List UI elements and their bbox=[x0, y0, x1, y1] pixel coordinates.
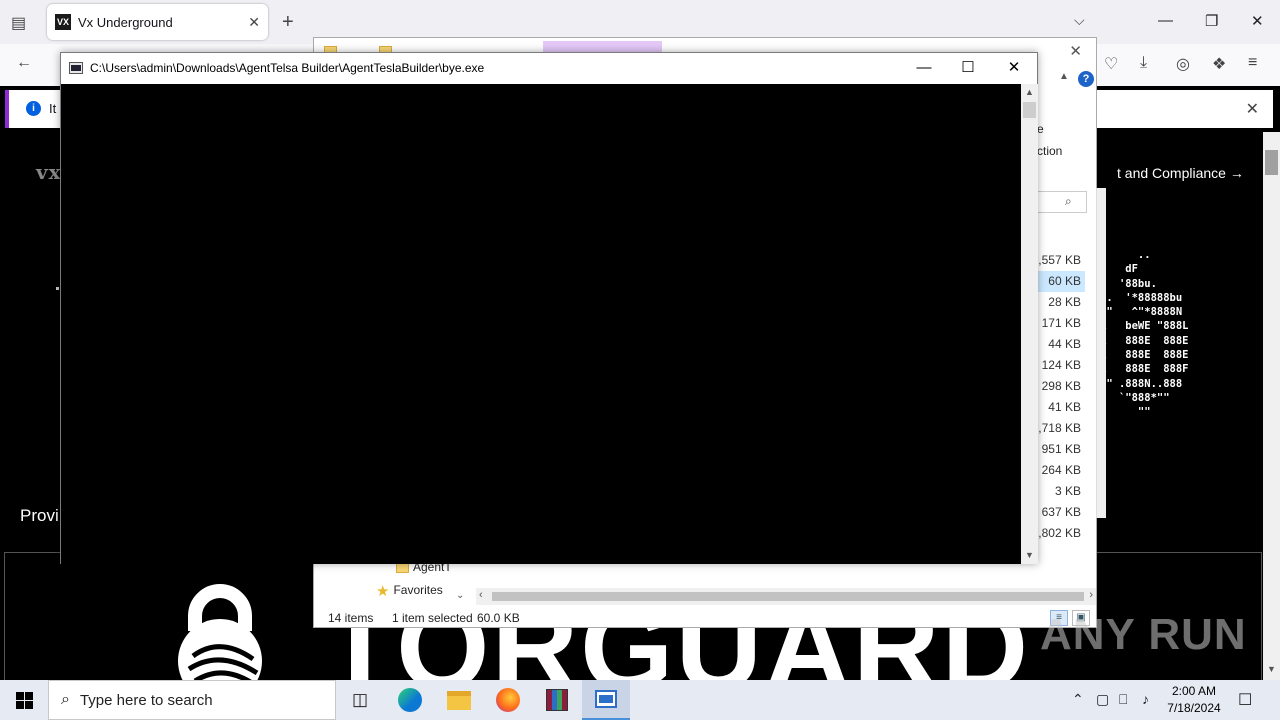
network-icon[interactable]: ⎕ bbox=[1119, 691, 1127, 708]
extensions-icon[interactable]: ❖ bbox=[1212, 54, 1226, 74]
search-icon: ⌕ bbox=[61, 691, 70, 708]
explorer-status-bar: 14 items 1 item selected 60.0 KB ≡ ▣ bbox=[314, 608, 1096, 629]
console-close-icon[interactable]: ✕ bbox=[998, 57, 1030, 79]
status-selected: 1 item selected bbox=[392, 611, 473, 625]
edge-icon bbox=[398, 688, 422, 712]
browser-close-icon[interactable]: ✕ bbox=[1251, 12, 1264, 30]
account-icon[interactable]: ◎ bbox=[1176, 54, 1190, 74]
help-icon[interactable]: ? bbox=[1078, 71, 1094, 87]
clock-time: 2:00 AM bbox=[1171, 684, 1217, 698]
notification-center-icon[interactable]: ☐ bbox=[1238, 690, 1252, 710]
info-icon: i bbox=[26, 101, 41, 116]
hscroll-thumb[interactable] bbox=[492, 592, 1084, 601]
console-maximize-icon[interactable]: ☐ bbox=[952, 57, 984, 79]
taskbar-search-box[interactable]: ⌕ Type here to search bbox=[48, 680, 336, 720]
tab-vx-underground[interactable]: VX Vx Underground ✕ bbox=[47, 4, 268, 40]
menu-hamburger-icon[interactable]: ≡ bbox=[1248, 54, 1257, 72]
back-arrow-icon[interactable]: ← bbox=[16, 54, 32, 72]
nav-pane-favorites[interactable]: ★ Favorites bbox=[376, 582, 443, 600]
site-logo[interactable]: vx bbox=[36, 160, 62, 184]
browser-minimize-icon[interactable]: — bbox=[1158, 12, 1173, 29]
start-button[interactable] bbox=[0, 680, 48, 720]
taskbar-console[interactable] bbox=[582, 680, 630, 720]
console-icon bbox=[595, 690, 617, 708]
task-view-button[interactable]: ◫ bbox=[336, 680, 384, 720]
new-tab-icon[interactable]: + bbox=[282, 11, 294, 34]
console-scroll-up-icon[interactable]: ▲ bbox=[1025, 87, 1034, 97]
list-all-tabs-chevron-icon[interactable]: ⌵ bbox=[1074, 12, 1085, 29]
explorer-vertical-scrollbar[interactable] bbox=[1096, 188, 1106, 518]
page-bullet bbox=[56, 287, 59, 290]
tab-title: Vx Underground bbox=[78, 14, 173, 30]
console-window[interactable]: C:\Users\admin\Downloads\AgentTelsa Buil… bbox=[60, 52, 1038, 564]
console-scroll-thumb[interactable] bbox=[1023, 102, 1036, 118]
console-scroll-down-icon[interactable]: ▼ bbox=[1025, 550, 1034, 560]
page-scroll-thumb[interactable] bbox=[1265, 150, 1278, 175]
console-titlebar[interactable]: C:\Users\admin\Downloads\AgentTelsa Buil… bbox=[61, 53, 1037, 83]
firefox-icon bbox=[496, 688, 520, 712]
folder-icon bbox=[396, 562, 409, 573]
notification-close-icon[interactable]: ✕ bbox=[1246, 99, 1259, 119]
scroll-left-icon[interactable]: ‹ bbox=[479, 589, 483, 601]
page-scroll-down-icon[interactable]: ▼ bbox=[1267, 664, 1276, 674]
console-app-icon bbox=[69, 62, 83, 74]
console-output-area[interactable] bbox=[61, 84, 1021, 564]
padlock-icon bbox=[178, 584, 262, 680]
status-item-count: 14 items bbox=[328, 611, 374, 625]
download-icon[interactable]: ⤓ bbox=[1140, 54, 1147, 72]
winrar-icon bbox=[546, 689, 568, 711]
taskbar-file-explorer[interactable] bbox=[435, 680, 483, 720]
vx-favicon-icon: VX bbox=[55, 14, 71, 30]
console-minimize-icon[interactable]: — bbox=[908, 57, 940, 79]
scroll-right-icon[interactable]: › bbox=[1089, 589, 1093, 601]
windows-logo-icon bbox=[15, 691, 33, 709]
console-scrollbar[interactable]: ▲ ▼ bbox=[1021, 84, 1038, 564]
ascii-art: .. dF '88bu. . '*88888bu 8" ^"*8888N R b… bbox=[1100, 249, 1189, 419]
explorer-close-icon[interactable]: ✕ bbox=[1069, 42, 1082, 60]
anyrun-watermark: ANY RUN bbox=[1040, 610, 1247, 659]
taskbar-edge[interactable] bbox=[386, 680, 434, 720]
tab-close-icon[interactable]: ✕ bbox=[248, 14, 260, 31]
tray-device-icon[interactable]: ▢ bbox=[1096, 691, 1109, 708]
taskbar-clock[interactable]: 2:00 AM 7/18/2024 bbox=[1160, 683, 1228, 717]
search-placeholder: Type here to search bbox=[79, 691, 213, 709]
page-scrollbar[interactable] bbox=[1263, 132, 1280, 680]
browser-restore-icon[interactable]: ❐ bbox=[1205, 12, 1218, 30]
console-title: C:\Users\admin\Downloads\AgentTelsa Buil… bbox=[90, 61, 485, 75]
search-icon: ⌕ bbox=[1065, 194, 1072, 208]
star-icon: ★ bbox=[376, 583, 390, 600]
clock-date: 7/18/2024 bbox=[1167, 701, 1221, 715]
taskbar-firefox[interactable] bbox=[484, 680, 532, 720]
taskbar-winrar[interactable] bbox=[533, 680, 581, 720]
status-size: 60.0 KB bbox=[477, 611, 520, 625]
nav-link-compliance[interactable]: t and Compliance → bbox=[1117, 165, 1244, 181]
page-heading: Provi bbox=[20, 506, 59, 525]
file-explorer-icon bbox=[447, 690, 471, 710]
pocket-icon[interactable]: ♡ bbox=[1104, 54, 1118, 74]
nav-pane-scroll-down-icon[interactable]: ⌄ bbox=[456, 590, 464, 601]
ribbon-text-line1: e bbox=[1037, 122, 1044, 136]
tray-overflow-chevron-icon[interactable]: ⌃ bbox=[1072, 691, 1084, 708]
ribbon-text-line2: ction bbox=[1037, 144, 1063, 158]
taskbar: ⌕ Type here to search ◫ ⌃ ▢ ⎕ ♪ 2:00 AM … bbox=[0, 680, 1280, 720]
volume-icon[interactable]: ♪ bbox=[1142, 691, 1149, 707]
nav-favorites-label: Favorites bbox=[393, 583, 443, 598]
tab-list-icon[interactable]: ▤ bbox=[11, 13, 26, 33]
task-view-icon: ◫ bbox=[351, 690, 369, 709]
ribbon-collapse-icon[interactable]: ▲ bbox=[1059, 71, 1069, 82]
explorer-horizontal-scrollbar[interactable]: ‹ › bbox=[476, 588, 1096, 605]
explorer-search-box[interactable]: ⌕ bbox=[1037, 191, 1087, 213]
